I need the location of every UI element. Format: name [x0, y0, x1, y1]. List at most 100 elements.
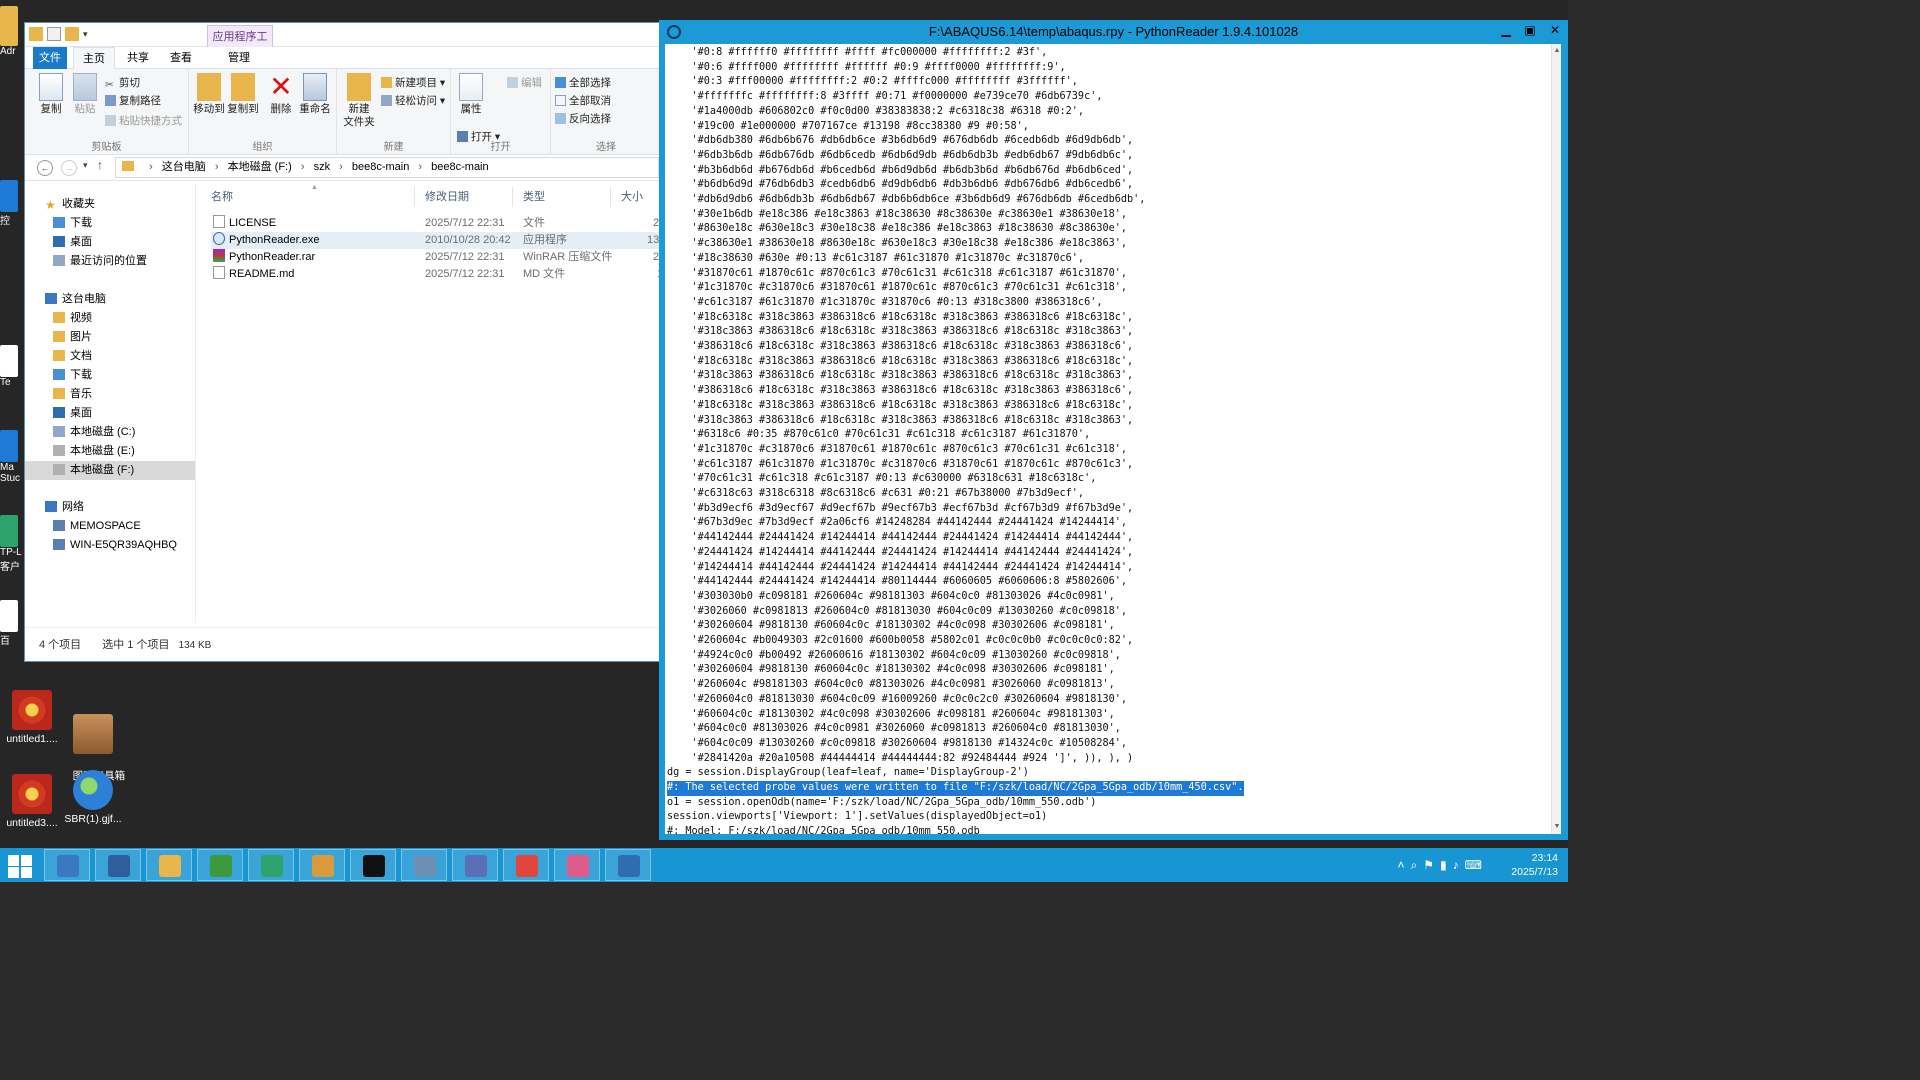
clock[interactable]: 23:14 2025/7/13 — [1498, 851, 1558, 879]
code-line[interactable]: '#60604c0c #18130302 #4c0c098 #30302606 … — [667, 708, 1115, 723]
close-icon[interactable]: ✕ — [1542, 20, 1568, 40]
code-line[interactable]: '#19c00 #1e000000 #707167ce #13198 #8cc3… — [667, 120, 1029, 135]
taskbar-compass-tool-button[interactable] — [452, 849, 498, 881]
code-line[interactable]: #: Model: F:/szk/load/NC/2Gpa_5Gpa_odb/1… — [667, 825, 980, 834]
code-line[interactable]: '#b3d9ecf6 #3d9ecf67 #d9ecf67b #9ecf67b3… — [667, 502, 1134, 517]
scroll-up-icon[interactable]: ▲ — [1553, 46, 1561, 56]
volume-icon[interactable]: ♪ — [1453, 858, 1465, 872]
code-line[interactable]: '#30e1b6db #e18c386 #e18c3863 #18c38630 … — [667, 208, 1127, 223]
minimize-icon[interactable]: ▁ — [1494, 20, 1518, 40]
code-line[interactable]: '#260604c #98181303 #604c0c0 #81303026 #… — [667, 678, 1115, 693]
code-line[interactable]: '#604c0c0 #81303026 #4c0c0981 #3026060 #… — [667, 722, 1121, 737]
code-line[interactable]: '#260604c #b0049303 #2c01600 #600b0058 #… — [667, 634, 1134, 649]
code-line[interactable]: dg = session.DisplayGroup(leaf=leaf, nam… — [667, 766, 1029, 781]
nav-favorites[interactable]: ★ 收藏夹 — [25, 195, 195, 214]
nav-item-music[interactable]: 音乐 — [25, 385, 195, 404]
desktop-edge-icon[interactable]: Ma Stuc — [0, 430, 22, 484]
nav-item-drive-f[interactable]: 本地磁盘 (F:) — [25, 461, 195, 480]
code-line[interactable]: '#c6318c63 #318c6318 #8c6318c6 #c631 #0:… — [667, 487, 1085, 502]
nav-item-recent[interactable]: 最近访问的位置 — [25, 252, 195, 271]
column-header-name[interactable]: 名称 — [201, 187, 415, 207]
code-line[interactable]: '#6db3b6db #6db676db #6db6cedb #6db6d9db… — [667, 149, 1134, 164]
code-line[interactable]: '#db6d9db6 #6db6db3b #6db6db67 #db6b6db6… — [667, 193, 1146, 208]
context-tab-app-tools[interactable]: 应用程序工具 — [207, 25, 273, 65]
desktop-icon-untitled1[interactable]: untitled1.... — [0, 690, 67, 746]
code-line[interactable]: '#0:3 #fff00000 #ffffffff:2 #0:2 #ffffc0… — [667, 75, 1078, 90]
desktop-edge-icon[interactable]: TP-L 客户 — [0, 515, 22, 573]
taskbar-python-reader-button[interactable] — [605, 849, 651, 881]
recent-locations-chevron-icon[interactable]: ▾ — [83, 160, 88, 171]
taskbar-terminal-button[interactable] — [350, 849, 396, 881]
properties-button[interactable]: 属性 — [455, 73, 487, 116]
signal-icon[interactable]: ▮ — [1440, 858, 1453, 872]
tab-share[interactable]: 共享 — [121, 47, 155, 69]
desktop-edge-icon[interactable]: Te — [0, 345, 22, 388]
breadcrumb[interactable]: bee8c-main — [352, 161, 409, 173]
select-all-button[interactable]: 全部选择 — [555, 75, 611, 91]
copy-to-button[interactable]: 复制到 — [227, 73, 259, 116]
code-line[interactable]: '#0:6 #ffff000 #ffffffff #ffffff #0:9 #f… — [667, 61, 1066, 76]
code-line[interactable]: '#318c3863 #386318c6 #18c6318c #318c3863… — [667, 369, 1134, 384]
invert-selection-button[interactable]: 反向选择 — [555, 111, 611, 127]
address-path[interactable]: › 这台电脑 › 本地磁盘 (F:) › szk › bee8c-main › … — [115, 157, 659, 178]
nav-item-desktop-pc[interactable]: 桌面 — [25, 404, 195, 423]
pythonreader-titlebar[interactable]: F:\ABAQUS6.14\temp\abaqus.rpy - PythonRe… — [659, 20, 1568, 44]
new-item-button[interactable]: 新建项目 ▾ — [381, 75, 445, 91]
code-line[interactable]: o1 = session.openOdb(name='F:/szk/load/N… — [667, 796, 1096, 811]
code-line[interactable]: '#c38630e1 #38630e18 #8630e18c #630e18c3… — [667, 237, 1127, 252]
paste-shortcut-button[interactable]: 粘贴快捷方式 — [105, 113, 182, 129]
tab-home[interactable]: 主页 — [73, 47, 115, 70]
code-line[interactable]: '#604c0c09 #13030260 #c0c09818 #30260604… — [667, 737, 1127, 752]
desktop-edge-icon[interactable]: 控 — [0, 180, 22, 227]
maximize-icon[interactable]: ▣ — [1518, 20, 1542, 40]
windows-start-icon[interactable] — [4, 852, 34, 878]
pane-splitter[interactable] — [195, 183, 199, 623]
code-line[interactable]: '#30260604 #9818130 #60604c0c #18130302 … — [667, 663, 1115, 678]
code-line[interactable]: '#18c6318c #318c3863 #386318c6 #18c6318c… — [667, 399, 1134, 414]
taskbar-paint-button[interactable] — [299, 849, 345, 881]
file-row[interactable]: README.md 2025/7/12 22:31 MD 文件 1 — [211, 266, 663, 283]
code-line[interactable]: '#fffffffc #ffffffff:8 #3ffff #0:71 #f00… — [667, 90, 1103, 105]
code-line[interactable]: '#3026060 #c0981813 #260604c0 #81813030 … — [667, 605, 1127, 620]
code-line[interactable]: '#70c61c31 #c61c318 #c61c3187 #0:13 #c63… — [667, 472, 1097, 487]
delete-button[interactable]: ✕ 删除 — [265, 73, 297, 116]
nav-item-downloads-pc[interactable]: 下载 — [25, 366, 195, 385]
code-line[interactable]: '#30260604 #9818130 #60604c0c #18130302 … — [667, 619, 1115, 634]
ime-icon[interactable]: ⌨ — [1465, 858, 1488, 872]
code-line[interactable]: '#18c38630 #630e #0:13 #c61c3187 #61c318… — [667, 252, 1085, 267]
breadcrumb[interactable]: 本地磁盘 (F:) — [228, 161, 292, 173]
cut-button[interactable]: ✂ 剪切 — [105, 75, 140, 91]
code-line[interactable]: '#24441424 #14244414 #44142444 #24441424… — [667, 546, 1134, 561]
code-line[interactable]: '#318c3863 #386318c6 #18c6318c #318c3863… — [667, 325, 1134, 340]
nav-item-drive-c[interactable]: 本地磁盘 (C:) — [25, 423, 195, 442]
breadcrumb[interactable]: bee8c-main — [431, 161, 488, 173]
select-none-button[interactable]: 全部取消 — [555, 93, 611, 109]
edit-button[interactable]: 编辑 — [507, 75, 542, 91]
code-line[interactable]: '#44142444 #24441424 #14244414 #80114444… — [667, 575, 1127, 590]
code-view[interactable]: ▲ ▼ '#0:8 #ffffff0 #ffffffff #ffff #fc00… — [665, 44, 1561, 834]
scroll-down-icon[interactable]: ▼ — [1553, 822, 1561, 832]
breadcrumb[interactable]: 这台电脑 — [162, 161, 206, 173]
move-to-button[interactable]: 移动到 — [193, 73, 225, 116]
flag-icon[interactable]: ⚑ — [1423, 858, 1440, 872]
code-line-selected[interactable]: #: The selected probe values were writte… — [667, 781, 1244, 796]
code-line[interactable]: '#303030b0 #c098181 #260604c #98181303 #… — [667, 590, 1115, 605]
forward-arrow-icon[interactable]: → — [61, 160, 77, 176]
tray-icons[interactable]: ˄⌕⚑▮♪⌨ — [1398, 858, 1488, 873]
nav-item-pictures[interactable]: 图片 — [25, 328, 195, 347]
easy-access-button[interactable]: 轻松访问 ▾ — [381, 93, 445, 109]
code-line[interactable]: '#2841420a #20a10508 #44444414 #44444444… — [667, 752, 1134, 767]
paste-button[interactable]: 粘贴 — [69, 73, 101, 116]
desktop-icon-sbr-gjf[interactable]: SBR(1).gjf... — [58, 770, 128, 826]
code-line[interactable]: '#318c3863 #386318c6 #18c6318c #318c3863… — [667, 414, 1134, 429]
code-line[interactable]: '#14244414 #44142444 #24441424 #14244414… — [667, 561, 1134, 576]
tab-file[interactable]: 文件 — [33, 47, 67, 69]
new-folder-button[interactable]: 新建 文件夹 — [343, 73, 375, 129]
up-arrow-icon[interactable]: ↑ — [97, 158, 103, 172]
desktop-edge-icon[interactable]: Adr — [0, 6, 22, 57]
code-line[interactable]: '#1c31870c #c31870c6 #31870c61 #1870c61c… — [667, 281, 1127, 296]
taskbar-anydesk-button[interactable] — [503, 849, 549, 881]
code-line[interactable]: '#c61c3187 #61c31870 #1c31870c #c31870c6… — [667, 458, 1134, 473]
code-line[interactable]: '#31870c61 #1870c61c #870c61c3 #70c61c31… — [667, 267, 1127, 282]
nav-item-desktop[interactable]: 桌面 — [25, 233, 195, 252]
